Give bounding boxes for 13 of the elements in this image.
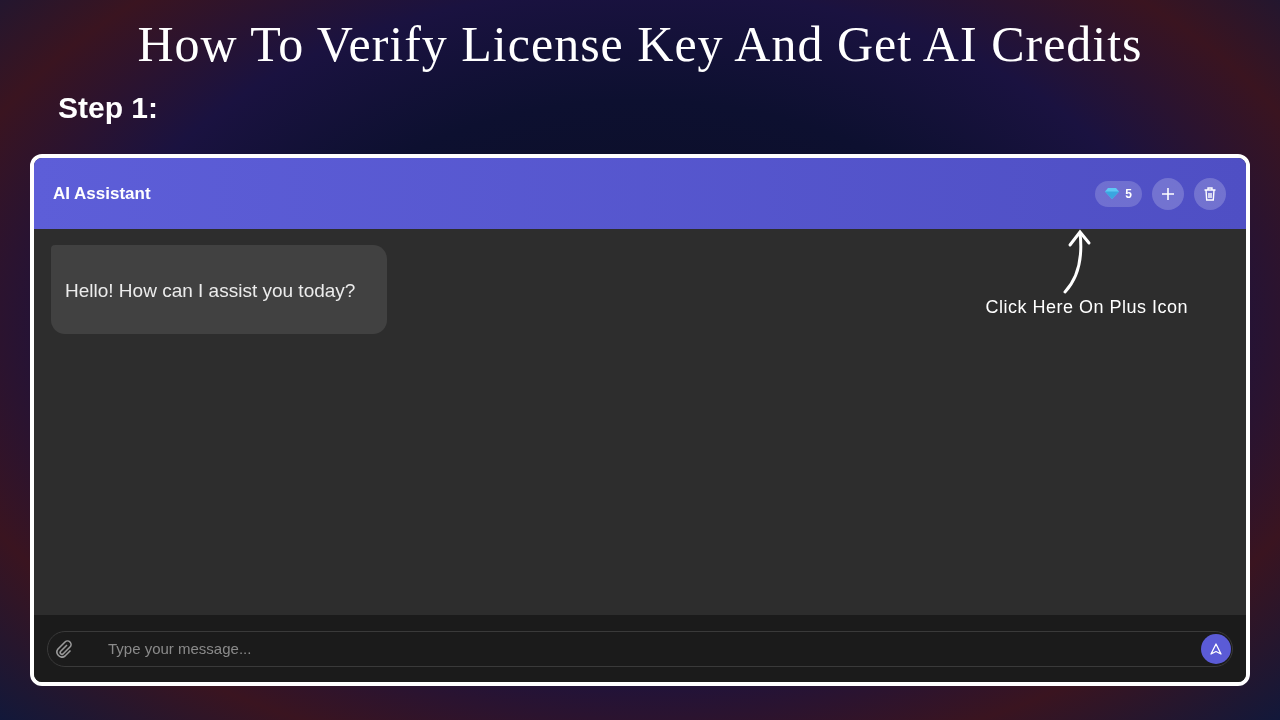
add-button[interactable] [1152, 177, 1184, 210]
step-label: Step 1: [58, 90, 159, 126]
send-icon [1210, 642, 1222, 655]
slide-title: How To Verify License Key And Get AI Credits [136, 15, 1144, 74]
annotation-text: Click Here On Plus Icon [985, 297, 1188, 318]
message-bubble: Hello! How can I assist you today? [51, 245, 388, 334]
plus-icon [1162, 187, 1174, 200]
diamond-icon [1105, 188, 1120, 199]
delete-button[interactable] [1194, 177, 1226, 210]
window-title: AI Assistant [53, 183, 152, 204]
credits-count: 5 [1125, 186, 1132, 201]
trash-icon [1204, 186, 1216, 201]
message-input[interactable]: Type your message... [47, 630, 1233, 667]
